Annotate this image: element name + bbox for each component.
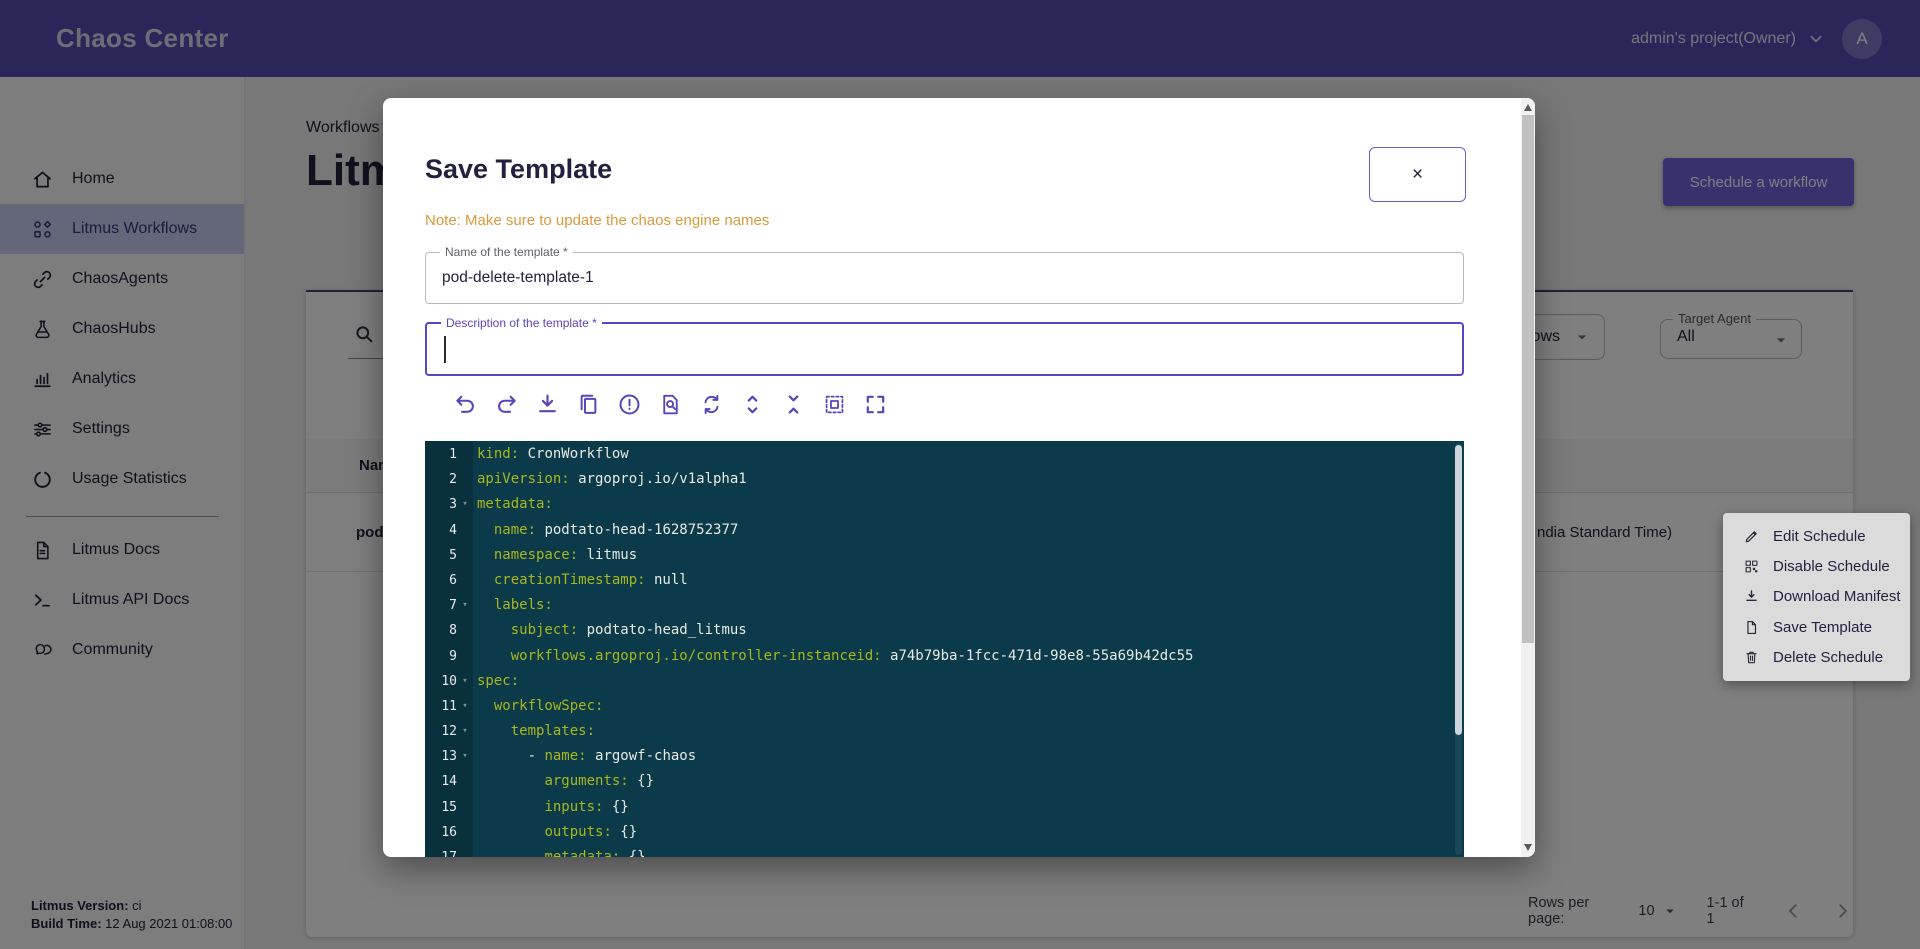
yaml-editor[interactable]: 1kind: CronWorkflow2apiVersion: argoproj… — [425, 441, 1464, 857]
code-line: 13▾ - name: argowf-chaos — [425, 744, 1464, 769]
menu-item-label: Save Template — [1773, 619, 1872, 636]
editor-code-lines: 1kind: CronWorkflow2apiVersion: argoproj… — [425, 442, 1464, 857]
get-app-icon[interactable] — [535, 392, 560, 417]
schedule-context-menu: Edit Schedule Disable Schedule Download Ma… — [1723, 513, 1910, 681]
code-line: 14 arguments: {} — [425, 769, 1464, 794]
text-cursor — [444, 336, 446, 363]
template-description-input[interactable] — [427, 324, 1462, 374]
menu-item-delete-schedule[interactable]: Delete Schedule — [1723, 643, 1910, 673]
code-line: 17 metadata: {} — [425, 845, 1464, 857]
select-all-icon[interactable] — [822, 392, 847, 417]
code-line: 2apiVersion: argoproj.io/v1alpha1 — [425, 467, 1464, 492]
fold-toggle-icon[interactable]: ▾ — [457, 669, 473, 694]
line-number: 11 — [425, 694, 457, 719]
line-number: 15 — [425, 795, 457, 820]
line-number: 13 — [425, 744, 457, 769]
code-line: 16 outputs: {} — [425, 820, 1464, 845]
pencil-icon — [1743, 528, 1760, 545]
grid-icon — [1743, 558, 1760, 575]
template-description-label: Description of the template * — [441, 316, 602, 330]
line-number: 8 — [425, 618, 457, 643]
template-name-input[interactable] — [426, 253, 1463, 303]
find-in-page-icon[interactable] — [658, 392, 683, 417]
fullscreen-icon[interactable] — [863, 392, 888, 417]
line-number: 10 — [425, 669, 457, 694]
code-line: 9 workflows.argoproj.io/controller-insta… — [425, 644, 1464, 669]
code-line: 5 namespace: litmus — [425, 543, 1464, 568]
redo-icon[interactable] — [494, 392, 519, 417]
template-description-field-wrap: Description of the template * — [425, 322, 1464, 376]
menu-item-disable-schedule[interactable]: Disable Schedule — [1723, 551, 1910, 581]
line-number: 12 — [425, 719, 457, 744]
copy-icon[interactable] — [576, 392, 601, 417]
modal-scrollbar[interactable] — [1521, 98, 1535, 857]
template-name-label: Name of the template * — [440, 245, 573, 259]
menu-item-download-manifest[interactable]: Download Manifest — [1723, 582, 1910, 612]
line-number: 4 — [425, 518, 457, 543]
close-icon: × — [1412, 164, 1423, 186]
code-line: 15 inputs: {} — [425, 795, 1464, 820]
line-number: 1 — [425, 442, 457, 467]
line-number: 9 — [425, 644, 457, 669]
code-line: 10▾spec: — [425, 669, 1464, 694]
screen: Chaos Center admin's project(Owner) A Ho… — [0, 0, 1920, 949]
editor-toolbar — [453, 392, 888, 417]
menu-item-label: Disable Schedule — [1773, 558, 1890, 575]
close-button[interactable]: × — [1369, 147, 1466, 202]
modal-scrollbar-thumb[interactable] — [1522, 115, 1534, 643]
line-number: 7 — [425, 593, 457, 618]
save-template-modal: Save Template × Note: Make sure to updat… — [383, 98, 1535, 857]
trash-icon — [1743, 649, 1760, 666]
code-line: 3▾metadata: — [425, 492, 1464, 517]
fold-toggle-icon[interactable]: ▾ — [457, 694, 473, 719]
scroll-down-icon[interactable] — [1524, 844, 1532, 851]
code-line: 6 creationTimestamp: null — [425, 568, 1464, 593]
menu-item-save-template[interactable]: Save Template — [1723, 612, 1910, 642]
line-number: 6 — [425, 568, 457, 593]
menu-item-label: Download Manifest — [1773, 588, 1901, 605]
code-line: 8 subject: podtato-head_litmus — [425, 618, 1464, 643]
line-number: 14 — [425, 769, 457, 794]
fold-toggle-icon[interactable]: ▾ — [457, 593, 473, 618]
code-line: 4 name: podtato-head-1628752377 — [425, 518, 1464, 543]
file-icon — [1743, 619, 1760, 636]
modal-title: Save Template — [425, 154, 612, 185]
line-number: 16 — [425, 820, 457, 845]
menu-item-label: Edit Schedule — [1773, 528, 1866, 545]
line-number: 3 — [425, 492, 457, 517]
line-number: 5 — [425, 543, 457, 568]
code-line: 11▾ workflowSpec: — [425, 694, 1464, 719]
code-line: 7▾ labels: — [425, 593, 1464, 618]
fold-toggle-icon[interactable]: ▾ — [457, 719, 473, 744]
menu-item-label: Delete Schedule — [1773, 649, 1883, 666]
line-number: 2 — [425, 467, 457, 492]
fold-toggle-icon[interactable]: ▾ — [457, 744, 473, 769]
code-line: 1kind: CronWorkflow — [425, 442, 1464, 467]
line-number: 17 — [425, 845, 457, 857]
code-line: 12▾ templates: — [425, 719, 1464, 744]
download-icon — [1743, 588, 1760, 605]
unfold-less-icon[interactable] — [781, 392, 806, 417]
find-replace-icon[interactable] — [699, 392, 724, 417]
scroll-up-icon[interactable] — [1524, 104, 1532, 111]
fold-toggle-icon[interactable]: ▾ — [457, 492, 473, 517]
editor-scrollbar-thumb[interactable] — [1455, 445, 1462, 735]
undo-icon[interactable] — [453, 392, 478, 417]
template-name-field-wrap: Name of the template * — [425, 252, 1464, 304]
menu-item-edit-schedule[interactable]: Edit Schedule — [1723, 521, 1910, 551]
modal-note: Note: Make sure to update the chaos engi… — [425, 212, 769, 229]
unfold-more-icon[interactable] — [740, 392, 765, 417]
error-icon[interactable] — [617, 392, 642, 417]
